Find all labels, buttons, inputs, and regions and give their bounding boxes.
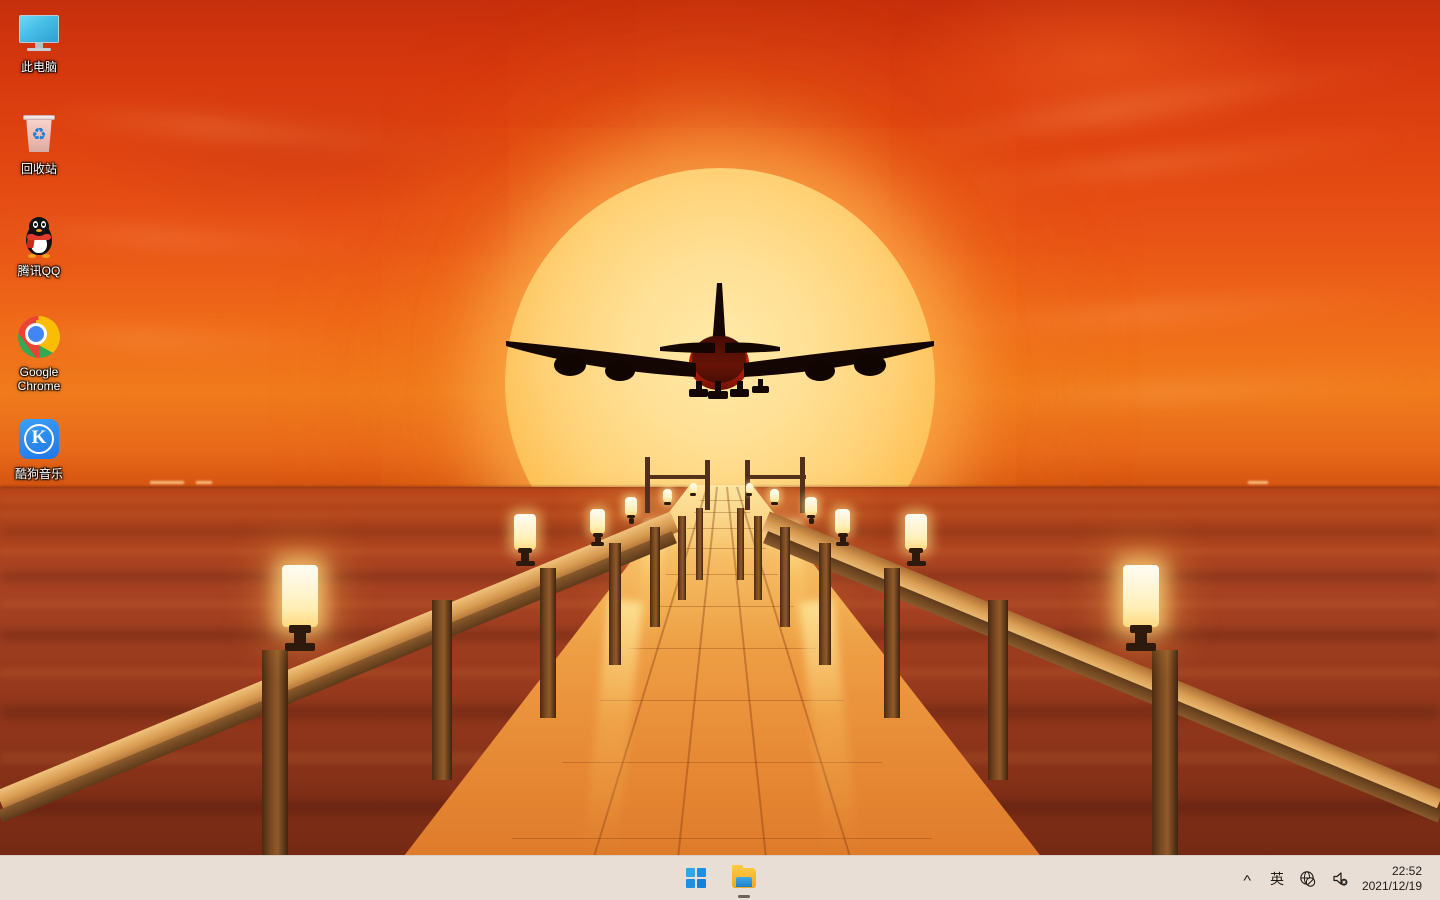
pier-post (650, 527, 660, 627)
desktop-icon-label: 酷狗音乐 (14, 467, 63, 481)
far-pier-beam (748, 475, 806, 479)
desktop[interactable]: 此电脑 ♻ 回收站 腾讯QQ Google Chrome K 酷狗音乐 ˄ 英 … (0, 0, 1440, 900)
taskbar[interactable]: ˄ 英 22:52 2021/12/19 (0, 855, 1440, 900)
pier-post (780, 527, 790, 627)
pier-lamp (688, 483, 700, 505)
pier-post (696, 508, 703, 580)
pier-lamp (902, 514, 932, 576)
volume-button[interactable] (1324, 860, 1356, 898)
clock-time: 22:52 (1391, 863, 1422, 878)
taskbar-file-explorer-button[interactable] (724, 859, 764, 898)
deck-plank (512, 838, 932, 839)
pier-post (1152, 650, 1178, 865)
pier-lamp (588, 509, 610, 553)
pier-lamp (661, 489, 675, 515)
distant-light (150, 481, 184, 484)
pier-post (609, 543, 621, 665)
desktop-icon-google-chrome[interactable]: Google Chrome (4, 313, 74, 393)
pier-lamp (744, 483, 756, 505)
network-status-button[interactable] (1292, 860, 1324, 898)
chrome-icon (15, 313, 63, 361)
pier-post (884, 568, 900, 718)
desktop-icon-this-pc[interactable]: 此电脑 (4, 8, 74, 74)
ime-indicator-button[interactable]: 英 (1262, 860, 1292, 898)
desktop-icon-label: Google Chrome (17, 365, 61, 393)
folder-icon (732, 865, 756, 888)
running-indicator (738, 895, 750, 898)
windows-logo-icon (686, 868, 706, 888)
distant-light (196, 481, 212, 484)
desktop-icon-label: 此电脑 (20, 60, 57, 74)
globe-no-internet-icon (1300, 870, 1316, 887)
pier-post (988, 600, 1008, 780)
deck-plank (600, 700, 844, 701)
show-hidden-icons-button[interactable]: ˄ (1232, 860, 1262, 898)
desktop-icon-label: 腾讯QQ (17, 264, 61, 278)
pier-lamp (1120, 565, 1164, 655)
speaker-muted-icon (1333, 871, 1348, 886)
system-tray: ˄ 英 22:52 2021/12/19 (1232, 856, 1430, 900)
qq-penguin-icon (15, 212, 63, 260)
pier-post (737, 508, 744, 580)
pier-post (262, 650, 288, 865)
pier-lamp (511, 514, 541, 576)
pier-post (432, 600, 452, 780)
recycle-glyph: ♻ (31, 125, 47, 144)
desktop-wallpaper (0, 0, 1440, 900)
monitor-icon (15, 8, 63, 56)
far-pier-post (645, 457, 650, 513)
pier-post (754, 516, 762, 600)
clock-date: 2021/12/19 (1361, 878, 1422, 893)
pier-lamp (279, 565, 323, 655)
taskbar-clock[interactable]: 22:52 2021/12/19 (1356, 860, 1430, 898)
pier-lamp (623, 497, 641, 531)
desktop-icon-recycle-bin[interactable]: ♻ 回收站 (4, 110, 74, 176)
start-button[interactable] (676, 859, 716, 897)
chevron-up-icon: ˄ (1242, 872, 1252, 885)
taskbar-center-group (676, 859, 764, 898)
far-pier-post (705, 460, 710, 510)
deck-plank (678, 548, 766, 549)
pier-lamp (803, 497, 821, 531)
airplane-silhouette (506, 283, 934, 399)
pier-lamp (768, 489, 782, 515)
pier-post (540, 568, 556, 718)
pier-post (678, 516, 686, 600)
far-pier-beam (645, 475, 707, 479)
pier-post (819, 543, 831, 665)
pier-lamp (833, 509, 855, 553)
desktop-icon-label: 回收站 (20, 162, 57, 176)
desktop-icon-tencent-qq[interactable]: 腾讯QQ (4, 212, 74, 278)
desktop-icon-kugou-music[interactable]: K 酷狗音乐 (4, 415, 74, 481)
ime-icon: 英 (1269, 870, 1284, 887)
kugou-icon: K (15, 415, 63, 463)
distant-light (1248, 481, 1268, 484)
recycle-bin-icon: ♻ (15, 110, 63, 158)
